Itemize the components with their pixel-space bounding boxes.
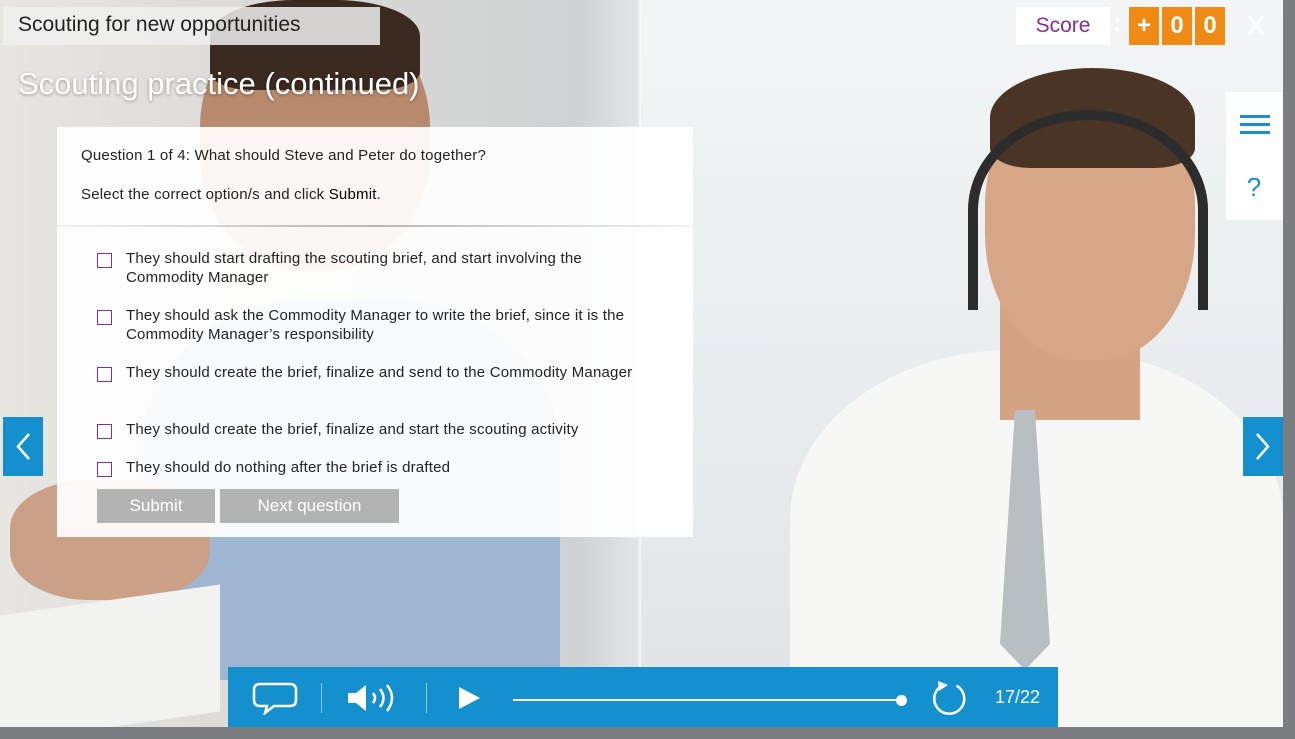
score-digit-tens: 0 xyxy=(1162,7,1192,45)
window-frame-right xyxy=(1283,0,1295,739)
question-mark-icon[interactable]: ? xyxy=(1242,172,1266,202)
photo-desk-paper xyxy=(0,584,220,727)
question-panel: Question 1 of 4: What should Steve and P… xyxy=(57,127,693,537)
option-checkbox[interactable] xyxy=(97,367,112,382)
photo-headset xyxy=(968,110,1208,310)
score-label: Score xyxy=(1016,7,1110,45)
chevron-right-icon xyxy=(1256,433,1270,460)
panel-divider xyxy=(57,225,693,227)
question-prompt: Question 1 of 4: What should Steve and P… xyxy=(81,147,486,164)
slide-heading: Scouting practice (continued) xyxy=(18,66,420,101)
score-digit-ones: 0 xyxy=(1195,7,1225,45)
option-checkbox[interactable] xyxy=(97,310,112,325)
score-separator: : xyxy=(1113,10,1121,37)
previous-slide-button[interactable] xyxy=(3,417,43,476)
slide-stage: Scouting for new opportunities Scouting … xyxy=(0,0,1283,727)
replay-icon[interactable] xyxy=(930,679,970,719)
submit-button[interactable]: Submit xyxy=(97,489,215,523)
option-label: They should ask the Commodity Manager to… xyxy=(126,307,625,343)
course-title: Scouting for new opportunities xyxy=(3,7,380,45)
option-label: They should do nothing after the brief i… xyxy=(126,459,451,476)
instruction-emphasis: Submit xyxy=(328,186,377,203)
option-checkbox[interactable] xyxy=(97,424,112,439)
player-separator xyxy=(321,683,322,713)
question-instruction: Select the correct option/s and click Su… xyxy=(81,186,381,203)
next-slide-button[interactable] xyxy=(1243,417,1283,476)
player-separator xyxy=(426,683,427,713)
player-bar: 17/22 xyxy=(228,667,1058,727)
instruction-suffix: . xyxy=(376,186,381,203)
score-sign: + xyxy=(1129,7,1159,45)
progress-bar[interactable] xyxy=(513,695,907,706)
option-label: They should create the brief, finalize a… xyxy=(126,421,579,438)
speech-bubble-icon[interactable] xyxy=(252,681,298,715)
option-checkbox[interactable] xyxy=(97,462,112,477)
next-question-button[interactable]: Next question xyxy=(220,489,399,523)
instruction-prefix: Select the correct option/s and click xyxy=(81,186,329,203)
play-icon[interactable] xyxy=(456,685,482,711)
hamburger-icon[interactable] xyxy=(1240,115,1270,137)
side-menu: ? xyxy=(1226,92,1283,220)
slide-counter: 17/22 xyxy=(995,687,1041,707)
option-label: They should create the brief, finalize a… xyxy=(126,364,633,381)
window-frame-bottom xyxy=(0,727,1295,739)
close-button[interactable]: X xyxy=(1243,10,1269,42)
progress-handle[interactable] xyxy=(896,695,907,706)
chevron-left-icon xyxy=(16,433,30,460)
option-checkbox[interactable] xyxy=(97,253,112,268)
option-label: They should start drafting the scouting … xyxy=(126,250,582,286)
speaker-icon[interactable] xyxy=(346,681,404,715)
